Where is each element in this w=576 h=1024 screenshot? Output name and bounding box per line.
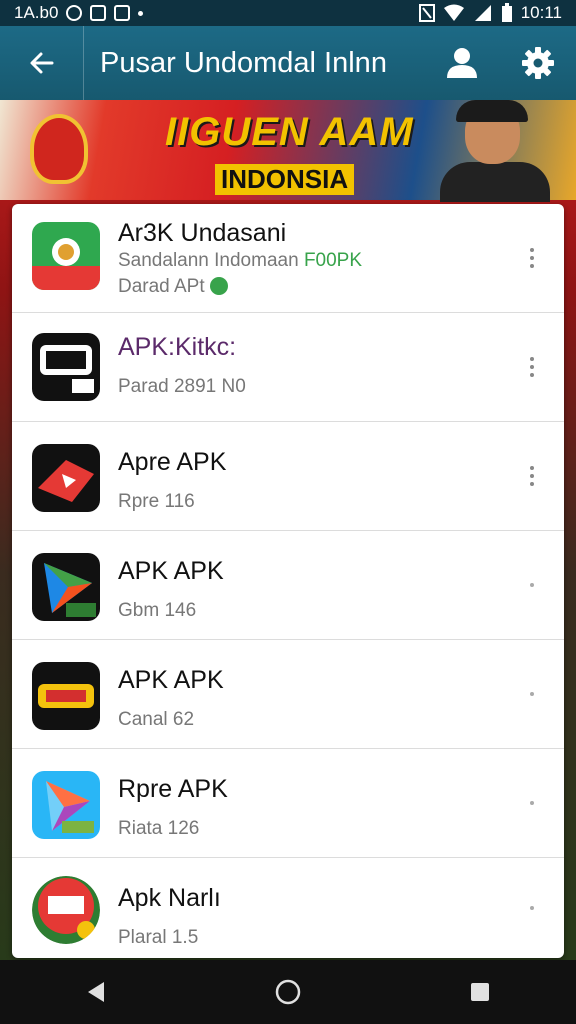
item-text: Ar3K Undasani Sandalann Indomaan F00PK D… bbox=[118, 219, 504, 298]
banner-headline: IIGUEN AAM bbox=[165, 110, 414, 154]
more-options-button[interactable] bbox=[520, 347, 544, 387]
more-options-button[interactable] bbox=[520, 565, 544, 605]
item-text: APK APK Gbm 146 bbox=[118, 557, 504, 622]
notification-icon bbox=[66, 5, 83, 21]
app-bar: Pusar Undomdal Inlnn bbox=[0, 26, 576, 100]
status-left-text: 1A.b0 bbox=[14, 3, 59, 22]
nav-back-button[interactable] bbox=[56, 960, 136, 1024]
list-item[interactable]: Ar3K Undasani Sandalann Indomaan F00PK D… bbox=[12, 204, 564, 313]
apk-logo-icon bbox=[32, 662, 100, 730]
back-icon bbox=[88, 982, 104, 1002]
list-item[interactable]: APK APK Gbm 146 bbox=[12, 531, 564, 640]
green-badge-icon bbox=[209, 277, 228, 296]
app-title: APK APK bbox=[118, 666, 224, 694]
list-item[interactable]: APK:Kitkc: Parad 2891 N0 bbox=[12, 313, 564, 422]
signal-icon bbox=[474, 5, 491, 21]
app-title: Ar3K Undasani bbox=[118, 218, 287, 247]
nav-home-button[interactable] bbox=[248, 960, 328, 1024]
gradient-play-icon bbox=[32, 553, 100, 621]
app-meta-text: Darad APt bbox=[118, 275, 205, 297]
app-meta: Parad 2891 N0 bbox=[118, 376, 246, 397]
app-meta: Plaral 1.5 bbox=[118, 927, 199, 948]
item-text: Apre APK Rpre 116 bbox=[118, 448, 504, 513]
app-title: Apk Narlı bbox=[118, 884, 221, 912]
app-title: APK APK bbox=[118, 557, 224, 585]
aip-icon bbox=[32, 333, 100, 401]
banner-person-illustration bbox=[420, 100, 560, 202]
nav-recents-button[interactable] bbox=[440, 960, 520, 1024]
back-button[interactable] bbox=[0, 26, 84, 100]
list-item[interactable]: Apre APK Rpre 116 bbox=[12, 422, 564, 531]
photo-icon bbox=[90, 5, 107, 21]
app-list: Ar3K Undasani Sandalann Indomaan F00PK D… bbox=[12, 204, 564, 958]
home-icon bbox=[275, 979, 301, 1005]
item-text: APK:Kitkc: Parad 2891 N0 bbox=[118, 333, 504, 398]
item-text: APK APK Canal 62 bbox=[118, 666, 504, 731]
app-title: Apre APK bbox=[118, 448, 227, 476]
more-options-button[interactable] bbox=[520, 238, 544, 278]
item-text: Rpre APK Riata 126 bbox=[118, 775, 504, 840]
person-icon bbox=[447, 48, 477, 78]
app-meta: Gbm 146 bbox=[118, 600, 197, 621]
recents-icon bbox=[471, 983, 489, 1001]
dot-icon bbox=[138, 10, 144, 16]
wifi-icon bbox=[443, 4, 464, 21]
banner-subline: INDONSIA bbox=[215, 164, 355, 195]
status-left: 1A.b0 bbox=[14, 3, 144, 23]
arrow-left-icon bbox=[30, 52, 53, 74]
status-bar: 1A.b0 10:11 bbox=[0, 0, 576, 26]
more-options-button[interactable] bbox=[520, 783, 544, 823]
list-item[interactable]: Apk Narlı Plaral 1.5 bbox=[12, 858, 564, 958]
status-time: 10:11 bbox=[520, 3, 562, 22]
app-subtitle-text: Sandalann Indomaan bbox=[118, 249, 299, 271]
app-meta: Riata 126 bbox=[118, 818, 200, 839]
navigation-bar bbox=[0, 960, 576, 1024]
app-meta: Rpre 116 bbox=[118, 491, 195, 512]
page-title: Pusar Undomdal Inlnn bbox=[100, 46, 387, 79]
app-meta: Canal 62 bbox=[118, 709, 195, 730]
app-subtitle: Sandalann Indomaan F00PK bbox=[118, 250, 504, 272]
battery-icon bbox=[501, 3, 512, 22]
message-icon bbox=[114, 5, 131, 21]
app-title: Rpre APK bbox=[118, 775, 228, 803]
app-title: APK:Kitkc: bbox=[118, 333, 237, 361]
app-subtitle-tag: F00PK bbox=[303, 249, 363, 271]
more-options-button[interactable] bbox=[520, 888, 544, 928]
undasani-icon bbox=[32, 222, 100, 290]
item-text: Apk Narlı Plaral 1.5 bbox=[118, 884, 504, 949]
red-play-icon bbox=[32, 444, 100, 512]
profile-button[interactable] bbox=[424, 26, 500, 100]
blue-play-icon bbox=[32, 771, 100, 839]
more-options-button[interactable] bbox=[520, 456, 544, 496]
crest-logo-icon bbox=[30, 114, 88, 184]
app-meta: Darad APt bbox=[118, 276, 504, 298]
gear-icon bbox=[522, 47, 554, 79]
status-right: 10:11 bbox=[418, 3, 562, 23]
list-item[interactable]: Rpre APK Riata 126 bbox=[12, 749, 564, 858]
nfc-icon bbox=[418, 4, 435, 22]
list-item[interactable]: APK APK Canal 62 bbox=[12, 640, 564, 749]
apk-badge-icon bbox=[32, 876, 100, 944]
more-options-button[interactable] bbox=[520, 674, 544, 714]
settings-button[interactable] bbox=[500, 26, 576, 100]
